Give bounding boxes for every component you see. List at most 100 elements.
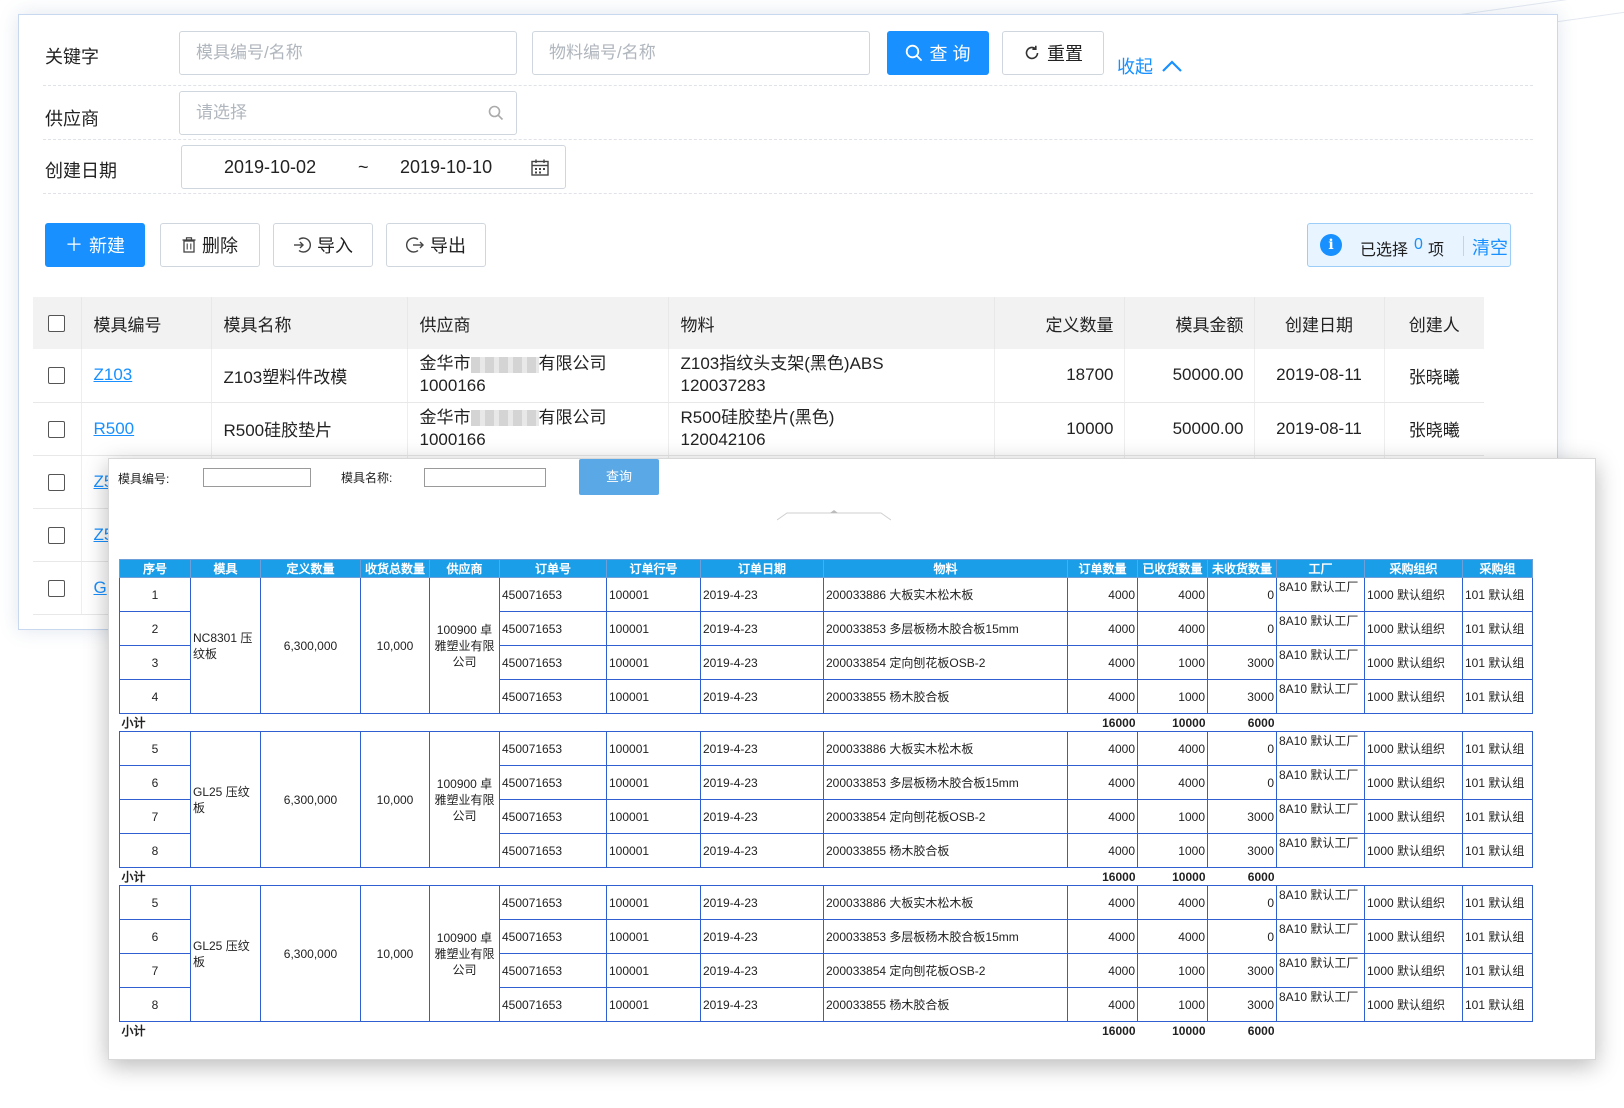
report-order-date: 2019-4-23 [700, 645, 824, 680]
create-date-label: 创建日期 [45, 161, 117, 181]
report-order-qty: 4000 [1067, 731, 1138, 766]
table-row[interactable]: Z103 Z103塑料件改模 金华市 有限公司 1000166 Z103指纹头支架… [33, 349, 1484, 403]
mold-amount: 50000.00 [1124, 349, 1255, 403]
date-range-picker[interactable]: 2019-10-02 ~ 2019-10-10 [181, 145, 566, 189]
row-checkbox-cell[interactable] [33, 349, 82, 403]
supplier-name-b: 有限公司 [538, 407, 607, 427]
report-factory: 8A10 默认工厂 [1276, 611, 1365, 646]
report-unreceived-qty: 0 [1207, 611, 1277, 646]
report-seq: 6 [119, 765, 191, 800]
report-order-no: 450071653 [499, 765, 607, 800]
report-mold-name-input[interactable] [424, 468, 546, 487]
collapse-link[interactable]: 收起 [1117, 53, 1183, 79]
checkbox-icon[interactable] [48, 315, 66, 333]
row-checkbox-cell[interactable] [33, 402, 82, 456]
report-purchase-org: 1000 默认组织 [1364, 577, 1463, 612]
report-factory: 8A10 默认工厂 [1276, 765, 1365, 800]
report-order-line: 100001 [606, 645, 701, 680]
report-purchase-group: 101 默认组 [1462, 953, 1533, 988]
report-seq: 5 [119, 885, 191, 920]
report-mold: NC8301 压纹板 [190, 577, 261, 714]
divider [43, 85, 1533, 86]
report-col-supplier: 供应商 [429, 559, 500, 578]
report-factory: 8A10 默认工厂 [1276, 577, 1365, 612]
material-search-input[interactable] [532, 31, 870, 75]
table-row[interactable]: R500 R500硅胶垫片 金华市 有限公司 1000166 R500硅胶垫片(黑… [33, 402, 1484, 456]
report-order-line: 100001 [606, 833, 701, 868]
col-supplier[interactable]: 供应商 [407, 297, 669, 349]
report-unreceived-qty: 0 [1207, 765, 1277, 800]
mold-code-link[interactable]: G [94, 578, 107, 597]
report-subtotal-row: 小计 16000 10000 6000 [120, 1022, 1533, 1040]
report-purchase-org: 1000 默认组织 [1364, 919, 1463, 954]
col-create-date[interactable]: 创建日期 [1254, 297, 1385, 349]
report-purchase-org: 1000 默认组织 [1364, 645, 1463, 680]
supplier-name-a: 金华市 [419, 354, 471, 374]
report-subtotal-received: 10000 [1172, 715, 1206, 730]
report-received-total: 10,000 [360, 577, 430, 714]
reset-button-label: 重置 [1047, 44, 1083, 64]
delete-button[interactable]: 删除 [160, 223, 260, 267]
col-mold-amount[interactable]: 模具金额 [1124, 297, 1255, 349]
checkbox-icon[interactable] [48, 367, 66, 385]
report-unreceived-qty: 3000 [1207, 833, 1277, 868]
checkbox-icon[interactable] [48, 526, 66, 544]
report-received-qty: 4000 [1137, 577, 1208, 612]
export-button[interactable]: 导出 [386, 223, 486, 267]
report-order-no: 450071653 [499, 799, 607, 834]
report-purchase-group: 101 默认组 [1462, 885, 1533, 920]
selection-separator [1463, 236, 1464, 256]
report-purchase-org: 1000 默认组织 [1364, 833, 1463, 868]
report-purchase-org: 1000 默认组织 [1364, 953, 1463, 988]
col-mold-code[interactable]: 模具编号 [81, 297, 212, 349]
row-checkbox-cell[interactable] [33, 455, 82, 509]
report-received-qty: 4000 [1137, 765, 1208, 800]
mold-search-input[interactable] [179, 31, 517, 75]
keyword-label: 关键字 [45, 47, 99, 67]
report-subtotal-label: 小计 [121, 870, 146, 884]
report-seq: 8 [119, 833, 191, 868]
report-order-line: 100001 [606, 987, 701, 1022]
new-button[interactable]: ＋ 新建 [45, 223, 145, 267]
col-mold-name[interactable]: 模具名称 [211, 297, 408, 349]
report-purchase-org: 1000 默认组织 [1364, 611, 1463, 646]
report-query-button[interactable]: 查询 [579, 459, 659, 495]
report-purchase-group: 101 默认组 [1462, 731, 1533, 766]
reset-button[interactable]: 重置 [1002, 31, 1104, 75]
report-material: 200033853 多层板杨木胶合板15mm [823, 611, 1068, 646]
report-material: 200033886 大板实木松木板 [823, 885, 1068, 920]
select-all-checkbox-cell[interactable] [33, 297, 82, 349]
col-defined-qty[interactable]: 定义数量 [994, 297, 1125, 349]
defined-qty: 18700 [994, 349, 1125, 403]
clear-selection-link[interactable]: 清空 [1472, 234, 1508, 260]
col-creator[interactable]: 创建人 [1384, 297, 1484, 349]
report-defined-qty: 6,300,000 [260, 577, 361, 714]
report-subtotal-row: 小计 16000 10000 6000 [120, 714, 1533, 732]
report-order-qty: 4000 [1067, 953, 1138, 988]
mold-code-link[interactable]: Z103 [94, 365, 133, 384]
checkbox-icon[interactable] [48, 420, 66, 438]
mold-code-link[interactable]: R500 [94, 419, 135, 438]
report-purchase-org: 1000 默认组织 [1364, 885, 1463, 920]
report-order-qty: 4000 [1067, 765, 1138, 800]
report-factory: 8A10 默认工厂 [1276, 679, 1365, 714]
report-subtotal-order-qty: 16000 [1102, 715, 1136, 730]
query-button[interactable]: 查 询 [887, 31, 989, 75]
report-mold-code-input[interactable] [203, 468, 311, 487]
report-material: 200033886 大板实木松木板 [823, 731, 1068, 766]
checkbox-icon[interactable] [48, 473, 66, 491]
row-checkbox-cell[interactable] [33, 508, 82, 562]
row-checkbox-cell[interactable] [33, 561, 82, 615]
collapse-handle-icon[interactable] [777, 509, 891, 521]
report-order-qty: 4000 [1067, 833, 1138, 868]
checkbox-icon[interactable] [48, 579, 66, 597]
report-subtotal-received: 10000 [1172, 869, 1206, 884]
report-received-qty: 4000 [1137, 919, 1208, 954]
supplier-select[interactable]: 请选择 [179, 91, 517, 135]
selection-suffix: 项 [1428, 242, 1445, 259]
report-order-line: 100001 [606, 731, 701, 766]
col-material[interactable]: 物料 [668, 297, 995, 349]
import-button[interactable]: 导入 [273, 223, 373, 267]
reset-icon [1025, 45, 1039, 60]
report-order-qty: 4000 [1067, 645, 1138, 680]
